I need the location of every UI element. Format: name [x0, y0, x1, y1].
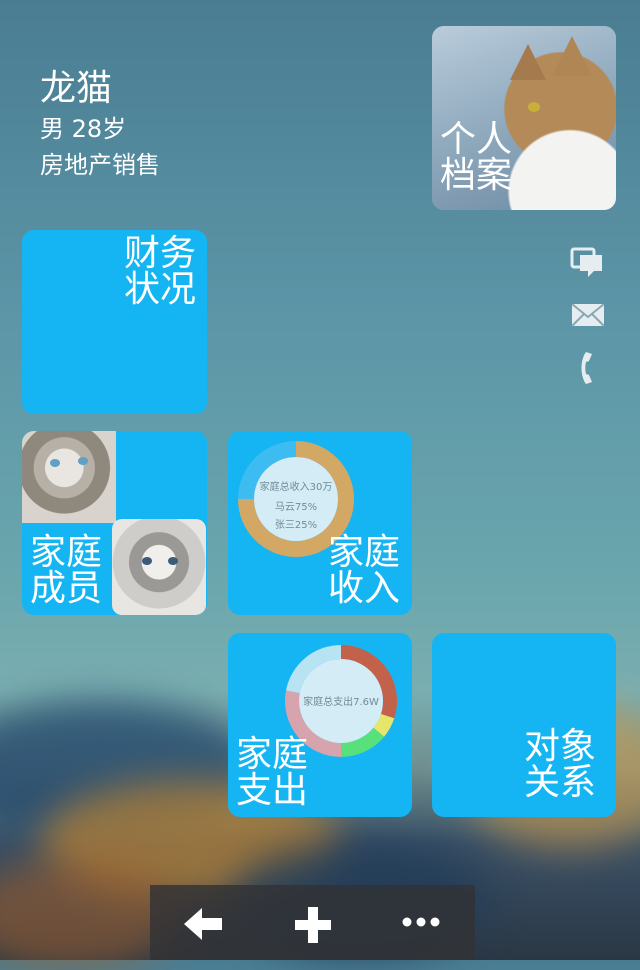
- members-tile[interactable]: 家庭 成员: [22, 431, 207, 615]
- profile-file-tile[interactable]: 个人 档案: [432, 26, 616, 210]
- chat-icon[interactable]: [570, 245, 606, 281]
- expense-total-text: 家庭总支出7.6W: [303, 695, 379, 708]
- phone-icon[interactable]: [570, 349, 606, 385]
- relations-label: 对象 关系: [524, 726, 597, 803]
- relations-tile[interactable]: 对象 关系: [432, 633, 616, 817]
- more-icon[interactable]: [400, 915, 442, 929]
- arrow-left-icon[interactable]: [182, 905, 226, 943]
- income-label: 家庭 收入: [328, 532, 401, 609]
- kitten-photo: [22, 431, 116, 523]
- finance-tile[interactable]: 财务 状况: [22, 230, 207, 414]
- user-occupation: 房地产销售: [40, 151, 160, 179]
- members-label: 家庭 成员: [30, 532, 103, 609]
- expense-label: 家庭 支出: [236, 734, 309, 811]
- contact-icons: [570, 245, 606, 401]
- user-gender-age: 男 28岁: [40, 115, 127, 143]
- income-line1-text: 马云75%: [275, 501, 317, 513]
- income-tile[interactable]: 家庭总收入30万 马云75% 张三25% 家庭 收入: [228, 431, 412, 615]
- user-name: 龙猫: [40, 68, 113, 109]
- bottom-toolbar: [150, 885, 475, 960]
- finance-label: 财务 状况: [124, 233, 197, 310]
- mail-icon[interactable]: [570, 297, 606, 333]
- income-total-text: 家庭总收入30万: [260, 480, 333, 493]
- kitten-photo: [112, 519, 206, 615]
- income-line2-text: 张三25%: [275, 519, 317, 531]
- plus-icon[interactable]: [293, 905, 333, 945]
- expense-tile[interactable]: 家庭总支出7.6W 家庭 支出: [228, 633, 412, 817]
- profile-info: 龙猫 男 28岁 房地产销售: [40, 68, 160, 182]
- profile-file-label: 个人 档案: [440, 119, 513, 196]
